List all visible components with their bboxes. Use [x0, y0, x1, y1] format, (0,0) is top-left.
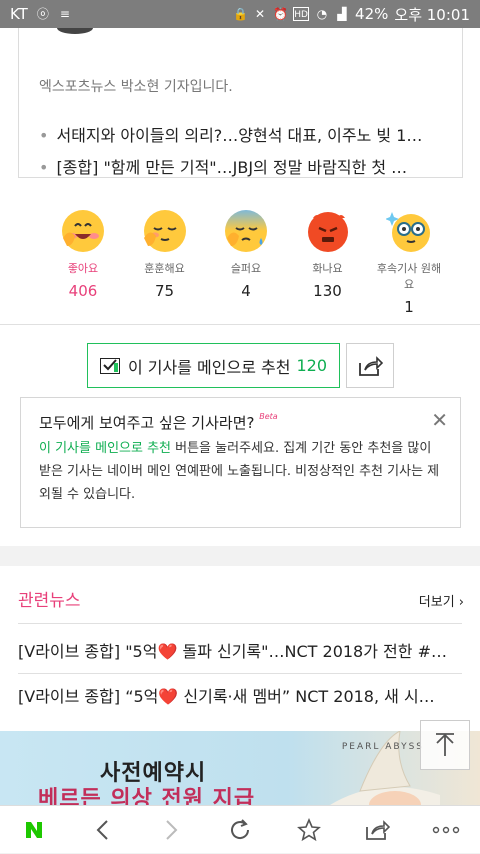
more-link[interactable]: 더보기 › — [419, 591, 464, 610]
arrow-up-icon — [436, 733, 454, 756]
share-button[interactable] — [346, 343, 394, 388]
ad-banner[interactable]: PEARL ABYSS 사전예약시 베르든 의상 전원 지급 — [0, 731, 480, 805]
info-body: 이 기사를 메인으로 추천 버튼을 눌러주세요. 집계 기간 동안 추천을 많이… — [39, 441, 440, 502]
recommend-label: 이 기사를 메인으로 추천 — [128, 357, 291, 377]
info-title: 모두에게 보여주고 싶은 기사라면? — [39, 414, 255, 432]
beta-badge: Beta — [259, 412, 278, 421]
divider — [18, 623, 462, 624]
reaction-like[interactable]: 좋아요 406 — [46, 208, 120, 316]
status-bar: KT ⓞ ≡ 🔒 ✕ ⏰ HD ◔ ▟ 42% 오후 10:01 — [0, 0, 480, 28]
battery-level: 42% — [355, 5, 389, 23]
sad-face-icon — [223, 208, 269, 254]
storage-icon: ≡ — [59, 7, 70, 21]
reaction-angry[interactable]: 화나요 130 — [291, 208, 365, 316]
forward-button[interactable] — [147, 806, 195, 854]
share-toolbar-button[interactable] — [353, 806, 401, 854]
reaction-want-followup[interactable]: 후속기사 원해요 1 — [372, 208, 446, 316]
scroll-to-top-button[interactable] — [420, 720, 470, 770]
ad-line-2: 베르든 의상 전원 지급 — [38, 787, 256, 805]
star-icon — [296, 817, 321, 841]
chevron-right-icon — [166, 819, 178, 840]
lock-icon: 🔒 — [233, 7, 248, 21]
naver-home-button[interactable] — [10, 806, 58, 854]
refresh-icon — [230, 818, 249, 839]
glasses-face-icon — [385, 208, 432, 254]
warm-face-icon — [142, 208, 188, 254]
share-icon — [366, 819, 391, 840]
more-menu-button[interactable] — [422, 806, 470, 854]
divider — [0, 324, 480, 325]
like-face-icon — [60, 208, 106, 254]
mute-icon: ✕ — [255, 7, 266, 21]
reaction-sad[interactable]: 슬퍼요 4 — [209, 208, 283, 316]
divider — [18, 673, 462, 674]
recommend-count: 120 — [296, 356, 328, 375]
section-separator — [0, 546, 480, 566]
avatar — [57, 28, 93, 34]
hd-icon: HD — [293, 7, 310, 21]
list-item[interactable]: [V라이브 종합] “5억❤️ 신기록·새 멤버” NCT 2018, 새 시… — [18, 678, 462, 716]
angry-face-icon — [305, 208, 351, 254]
list-item[interactable]: • [종합] "함께 만든 기적"…JBJ의 정말 바람직한 첫 … — [39, 152, 459, 184]
bookmark-button[interactable] — [285, 806, 333, 854]
reaction-bar: 좋아요 406 훈훈해요 75 슬퍼요 4 화나요 130 후속기사 원해요 1 — [46, 208, 446, 316]
reporter-byline: 엑스포츠뉴스 박소현 기자입니다. — [39, 79, 233, 95]
recommend-to-main-button[interactable]: 이 기사를 메인으로 추천 120 — [87, 343, 340, 388]
article-end-card: 엑스포츠뉴스 박소현 기자입니다. • 서태지와 아이들의 의리?…양현석 대표,… — [18, 28, 463, 178]
more-dots-icon — [432, 826, 459, 833]
article-page: 엑스포츠뉴스 박소현 기자입니다. • 서태지와 아이들의 의리?…양현석 대표,… — [0, 28, 480, 805]
browser-toolbar — [0, 805, 480, 853]
share-icon — [359, 355, 383, 376]
refresh-button[interactable] — [216, 806, 264, 854]
check-icon — [100, 357, 120, 374]
list-item[interactable]: • 서태지와 아이들의 의리?…양현석 대표, 이주노 빚 1… — [39, 120, 459, 152]
close-icon[interactable]: ✕ — [431, 408, 448, 432]
related-news-heading: 관련뉴스 — [18, 591, 81, 611]
list-item[interactable]: [V라이브 종합] "5억❤️ 돌파 신기록"…NCT 2018가 전한 #… — [18, 633, 462, 671]
back-button[interactable] — [79, 806, 127, 854]
ad-brand: PEARL ABYSS — [341, 742, 424, 752]
reporter-other-articles: • 서태지와 아이들의 의리?…양현석 대표, 이주노 빚 1… • [종합] "함… — [39, 120, 459, 184]
wifi-icon: ◔ — [316, 7, 328, 21]
alarm-icon: ⏰ — [273, 7, 288, 21]
signal-icon: ▟ — [337, 7, 347, 21]
recommend-info-box: 모두에게 보여주고 싶은 기사라면? Beta 이 기사를 메인으로 추천 버튼… — [20, 397, 461, 528]
naver-n-icon — [26, 821, 43, 838]
clock: 오후 10:01 — [394, 5, 470, 24]
app-notification-icon: ⓞ — [36, 7, 49, 21]
carrier-label: KT — [10, 5, 28, 23]
reaction-warm[interactable]: 훈훈해요 75 — [128, 208, 202, 316]
chevron-left-icon — [96, 819, 108, 840]
